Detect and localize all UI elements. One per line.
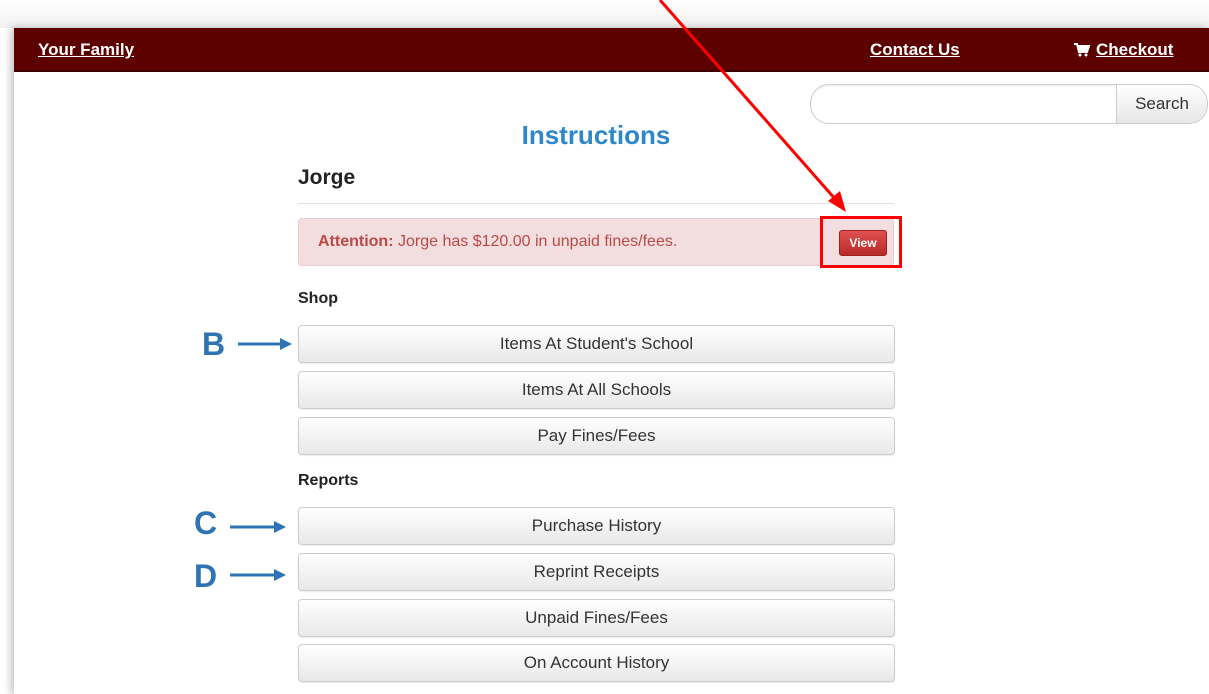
red-annotation-arrow-icon <box>658 0 846 212</box>
